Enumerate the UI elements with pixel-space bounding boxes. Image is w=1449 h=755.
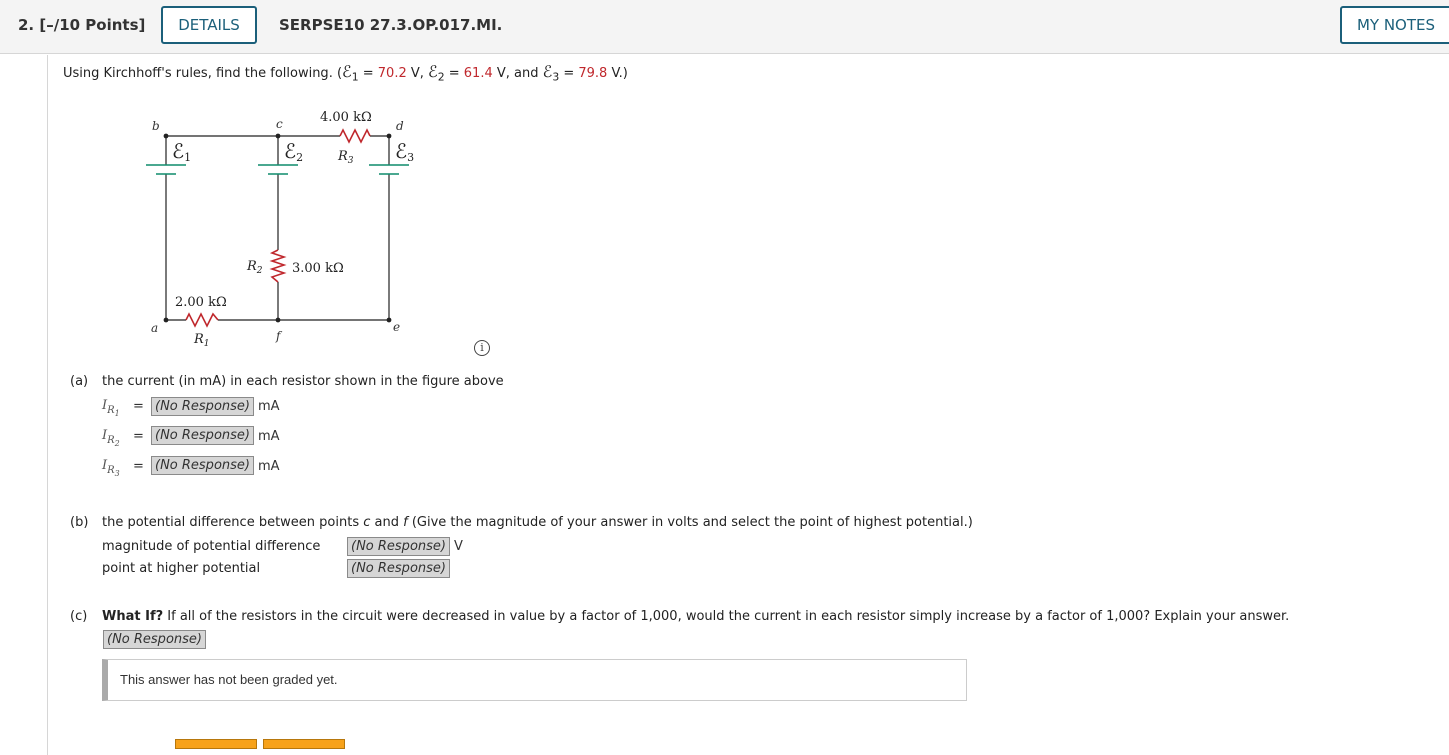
- r2-label: R2: [246, 259, 263, 276]
- emf3-label: ℰ3: [395, 139, 414, 164]
- node-label-b: b: [152, 119, 160, 133]
- details-button[interactable]: DETAILS: [161, 6, 257, 44]
- part-a-text: the current (in mA) in each resistor sho…: [102, 374, 504, 389]
- r2-value-label: 3.00 kΩ: [292, 261, 344, 276]
- emf1-value: 70.2: [377, 66, 407, 81]
- higher-potential-answer[interactable]: (No Response): [347, 559, 450, 578]
- node-label-f: f: [275, 329, 283, 343]
- graded-note: This answer has not been graded yet.: [102, 659, 967, 701]
- help-button-2[interactable]: [263, 739, 345, 749]
- info-icon[interactable]: i: [474, 340, 490, 356]
- r3-label: R3: [337, 149, 354, 166]
- node-label-c: c: [276, 117, 283, 131]
- question-prompt: Using Kirchhoff's rules, find the follow…: [63, 62, 628, 84]
- current-r3-var: IR3: [102, 458, 120, 478]
- r1-label: R1: [193, 332, 210, 349]
- question-code: SERPSE10 27.3.OP.017.MI.: [279, 16, 503, 34]
- help-button-1[interactable]: [175, 739, 257, 749]
- emf3-value: 79.8: [578, 66, 608, 81]
- emf2-label: ℰ2: [284, 139, 303, 164]
- node-label-d: d: [396, 119, 404, 133]
- part-c-label: (c): [70, 609, 88, 624]
- current-r2-answer[interactable]: (No Response): [151, 426, 254, 445]
- potential-diff-label: magnitude of potential difference: [102, 539, 321, 554]
- circuit-diagram: b c d a f e ℰ1 ℰ2 ℰ3 4.00 kΩ R3 3.00 kΩ …: [146, 110, 414, 349]
- potential-diff-answer[interactable]: (No Response): [347, 537, 450, 556]
- points-label: [–/10 Points]: [39, 16, 146, 34]
- node-label-e: e: [393, 320, 400, 334]
- current-r1-var: IR1: [102, 398, 120, 418]
- left-divider: [47, 55, 48, 755]
- part-b-text: the potential difference between points …: [102, 515, 973, 530]
- part-b-label: (b): [70, 515, 89, 530]
- higher-potential-label: point at higher potential: [102, 561, 261, 576]
- part-a-label: (a): [70, 374, 89, 389]
- r1-value-label: 2.00 kΩ: [175, 295, 227, 310]
- current-r1-answer[interactable]: (No Response): [151, 397, 254, 416]
- part-c-answer[interactable]: (No Response): [103, 630, 206, 649]
- current-r3-answer[interactable]: (No Response): [151, 456, 254, 475]
- question-header: 2. [–/10 Points] DETAILS SERPSE10 27.3.O…: [0, 0, 1449, 54]
- node-label-a: a: [151, 321, 158, 335]
- emf2-value: 61.4: [463, 66, 493, 81]
- my-notes-button[interactable]: MY NOTES: [1340, 6, 1449, 44]
- r3-value-label: 4.00 kΩ: [320, 110, 372, 125]
- part-c-text: What If? If all of the resistors in the …: [102, 609, 1290, 624]
- current-r2-var: IR2: [102, 428, 120, 448]
- emf1-label: ℰ1: [172, 139, 191, 164]
- question-number: 2. [–/10 Points]: [18, 16, 146, 34]
